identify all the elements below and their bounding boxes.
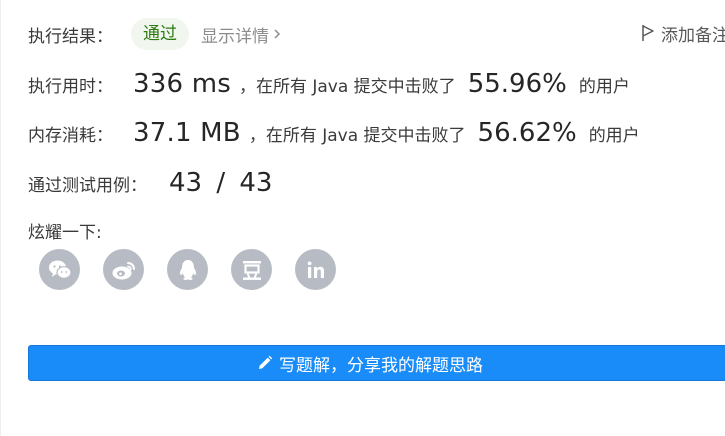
result-label: 执行结果： (28, 26, 113, 47)
result-row: 执行结果： 通过 显示详情 (28, 17, 281, 51)
memory-suffix: 的用户 (588, 125, 640, 146)
share-row: 炫耀一下: (28, 216, 102, 244)
runtime-row: 执行用时： 336 ms ，在所有 Java 提交中击败了 55.96% 的用户 (28, 64, 630, 104)
write-solution-content: 写题解，分享我的解题思路 (257, 351, 483, 376)
runtime-suffix: 的用户 (578, 76, 630, 97)
memory-row: 内存消耗： 37.1 MB ，在所有 Java 提交中击败了 56.62% 的用… (28, 113, 640, 153)
submission-result-panel: 执行结果： 通过 显示详情 添加备注 执行用时： 336 ms ，在所有 Jav… (0, 0, 725, 436)
chevron-right-icon (273, 28, 281, 40)
testcases-row: 通过测试用例： 43 / 43 (28, 163, 272, 203)
memory-sentence: ，在所有 Java 提交中击败了 (248, 125, 466, 146)
add-note-button[interactable]: 添加备注 (641, 17, 725, 49)
runtime-percent: 55.96% (467, 69, 567, 99)
write-solution-button[interactable]: 写题解，分享我的解题思路 (28, 345, 725, 381)
qq-icon[interactable] (167, 249, 208, 290)
wechat-icon[interactable] (39, 249, 80, 290)
pencil-icon (257, 355, 273, 371)
runtime-value: 336 ms (133, 69, 231, 99)
testcases-label: 通过测试用例： (28, 175, 147, 196)
show-details-label: 显示详情 (201, 26, 269, 47)
runtime-sentence: ，在所有 Java 提交中击败了 (238, 76, 456, 97)
memory-percent: 56.62% (477, 118, 577, 148)
write-solution-label: 写题解，分享我的解题思路 (279, 355, 483, 376)
share-label: 炫耀一下: (28, 222, 102, 243)
runtime-label: 执行用时： (28, 76, 113, 97)
add-note-label: 添加备注 (661, 25, 725, 46)
show-details-link[interactable]: 显示详情 (201, 22, 281, 47)
flag-icon (641, 24, 655, 42)
douban-icon[interactable] (231, 249, 272, 290)
linkedin-icon[interactable] (295, 249, 336, 290)
weibo-icon[interactable] (103, 249, 144, 290)
memory-label: 内存消耗： (28, 125, 113, 146)
status-badge: 通过 (131, 18, 189, 50)
memory-value: 37.1 MB (133, 118, 241, 148)
testcases-value: 43 / 43 (169, 168, 273, 198)
share-icons (39, 249, 336, 290)
